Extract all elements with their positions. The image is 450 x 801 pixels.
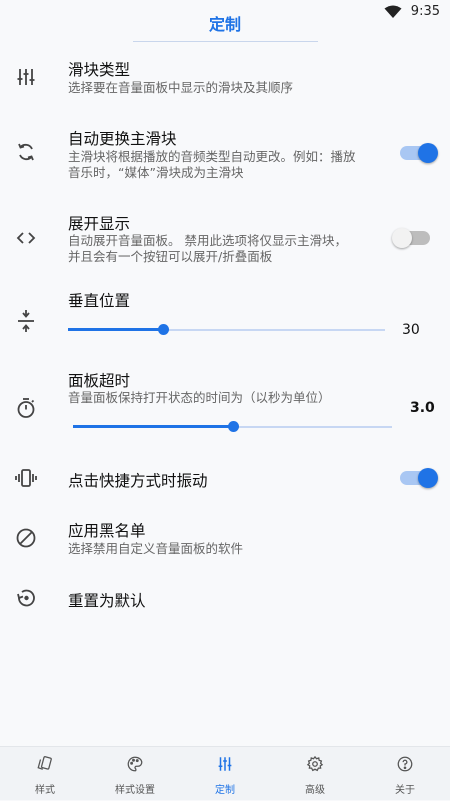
setting-subtitle-line2: 音乐时，“媒体”滑块成为主滑块: [68, 165, 244, 180]
setting-subtitle-line2: 并且会有一个按钮可以展开/折叠面板: [68, 249, 273, 264]
slider-thumb[interactable]: [227, 421, 239, 432]
expanded-display-toggle[interactable]: [392, 228, 430, 248]
nav-customize[interactable]: 定制: [180, 747, 270, 801]
block-icon: [16, 528, 36, 548]
restore-icon: [17, 589, 35, 607]
setting-title: 面板超时: [68, 372, 131, 390]
sync-icon: [18, 143, 34, 161]
slider-thumb[interactable]: [158, 324, 170, 335]
nav-label: 样式: [35, 785, 55, 796]
vertical-align-icon: [18, 310, 34, 332]
page-title: 定制: [208, 15, 241, 34]
setting-title: 自动更换主滑块: [68, 130, 177, 148]
panel-timeout-slider[interactable]: [73, 417, 392, 437]
gear-icon: [306, 755, 324, 772]
setting-title: 点击快捷方式时振动: [68, 472, 208, 490]
app-bar: 定制: [0, 0, 450, 42]
auto-switch-toggle[interactable]: [400, 143, 438, 163]
style-icon: [37, 756, 52, 770]
nav-style-settings[interactable]: 样式设置: [90, 747, 180, 801]
vertical-position-value: 30: [402, 322, 420, 338]
nav-advanced[interactable]: 高级: [270, 747, 360, 801]
setting-subtitle: 选择要在音量面板中显示的滑块及其顺序: [68, 80, 294, 95]
nav-label: 关于: [395, 785, 415, 796]
vibrate-icon: [15, 469, 37, 487]
nav-label: 高级: [305, 785, 325, 796]
sliders-icon: [17, 69, 35, 85]
setting-title: 滑块类型: [68, 61, 131, 79]
panel-timeout-value: 3.0: [410, 400, 435, 416]
setting-title: 垂直位置: [68, 292, 131, 310]
vertical-position-slider[interactable]: [68, 320, 385, 340]
nav-about[interactable]: 关于: [360, 747, 450, 801]
timer-icon: [17, 398, 35, 418]
toggle-knob: [418, 468, 438, 488]
setting-title: 应用黑名单: [68, 522, 146, 540]
code-icon: [16, 232, 36, 244]
title-underline: [133, 41, 318, 42]
slider-fill: [68, 328, 164, 331]
toggle-knob: [392, 228, 412, 248]
nav-label: 样式设置: [115, 785, 155, 796]
palette-icon: [127, 756, 143, 772]
nav-label: 定制: [215, 785, 235, 796]
vibrate-toggle[interactable]: [400, 468, 438, 488]
nav-style[interactable]: 样式: [0, 747, 90, 801]
setting-title: 展开显示: [68, 215, 131, 233]
help-icon: [397, 756, 413, 772]
setting-subtitle: 音量面板保持打开状态的时间为（以秒为单位）: [68, 390, 331, 405]
setting-title: 重置为默认: [68, 592, 146, 610]
tune-icon: [218, 757, 232, 771]
toggle-knob: [418, 143, 438, 163]
bottom-nav: 样式 样式设置 定制 高级 关于: [0, 746, 450, 800]
slider-fill: [73, 425, 233, 428]
setting-subtitle: 选择禁用自定义音量面板的软件: [68, 541, 244, 556]
